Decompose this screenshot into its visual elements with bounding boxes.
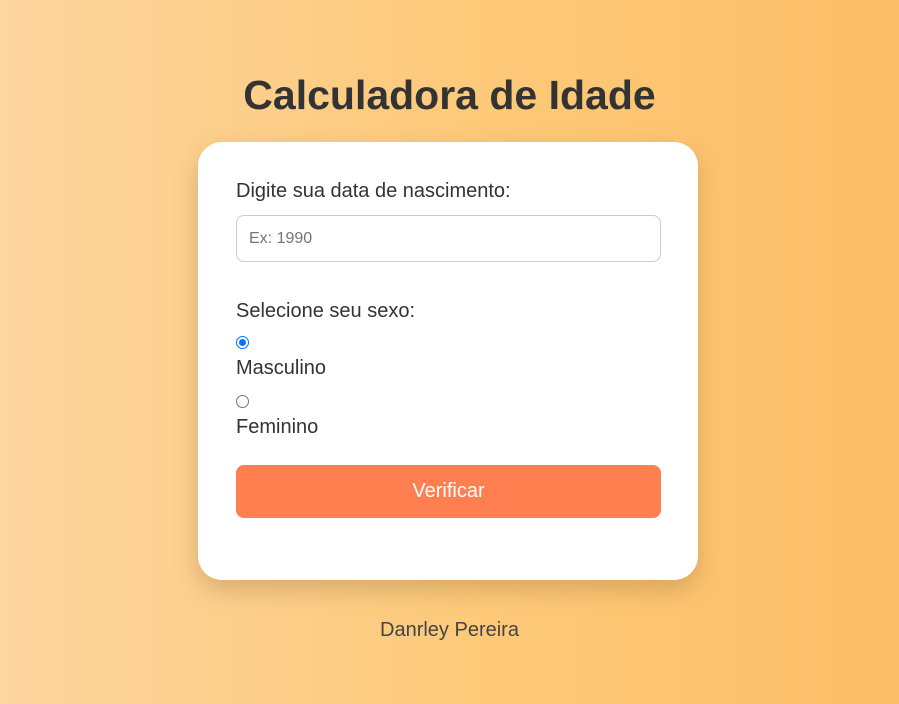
sex-label: Selecione seu sexo: bbox=[236, 300, 416, 322]
sex-option-feminino[interactable]: Feminino bbox=[236, 395, 318, 439]
page-title: Calculadora de Idade bbox=[243, 72, 656, 118]
age-form-card: Digite sua data de nascimento: Selecione… bbox=[198, 142, 698, 580]
verify-button[interactable]: Verificar bbox=[236, 465, 661, 518]
sex-option-label: Masculino bbox=[236, 357, 327, 379]
birth-year-input[interactable] bbox=[236, 215, 661, 262]
author-credit: Danrley Pereira bbox=[380, 619, 519, 641]
birth-date-label: Digite sua data de nascimento: bbox=[236, 180, 511, 202]
sex-option-label: Feminino bbox=[236, 416, 319, 438]
radio-unchecked-icon[interactable] bbox=[236, 395, 249, 408]
sex-option-masculino[interactable]: Masculino bbox=[236, 336, 326, 380]
radio-checked-icon[interactable] bbox=[236, 336, 249, 349]
